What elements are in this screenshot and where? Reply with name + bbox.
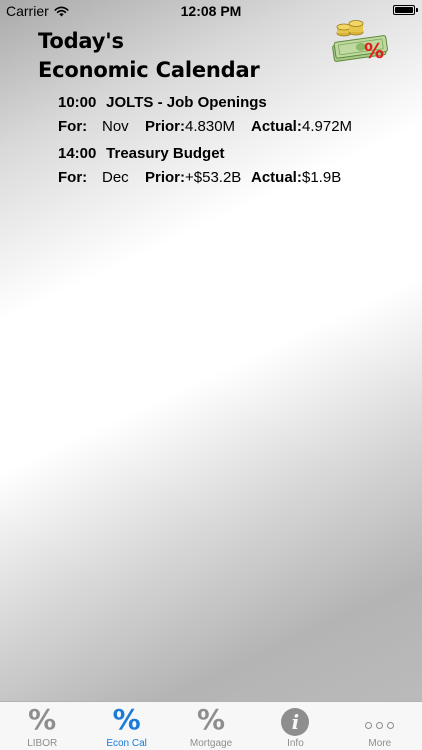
- percent-icon: %: [196, 703, 226, 736]
- tab-label: More: [368, 738, 392, 749]
- tab-econ-cal[interactable]: % Econ Cal: [84, 702, 168, 750]
- percent-icon: %: [28, 703, 57, 736]
- tab-mortgage[interactable]: % Mortgage: [169, 702, 253, 750]
- tab-label: Econ Cal: [106, 738, 147, 749]
- event-header: 10:00 JOLTS - Job Openings: [58, 94, 408, 116]
- event-time: 10:00: [58, 94, 97, 111]
- battery-tip: [416, 8, 418, 12]
- tab-bar: % LIBOR % Econ Cal % Mortgage i Info Mor…: [0, 701, 422, 750]
- money-percent-icon: %: [332, 20, 388, 62]
- tab-label: Info: [287, 738, 304, 749]
- status-bar: Carrier 12:08 PM: [0, 0, 422, 22]
- actual-label: Actual:: [251, 118, 302, 135]
- prior-value: 4.830M: [185, 118, 236, 135]
- tab-more[interactable]: More: [338, 702, 422, 750]
- event-details: For: Nov Prior: 4.830M Actual: 4.972M: [58, 118, 408, 140]
- prior-value: +$53.2B: [185, 169, 242, 186]
- event-header: 14:00 Treasury Budget: [58, 145, 408, 167]
- page-title: Today's Economic Calendar: [38, 27, 260, 85]
- event-item: 14:00 Treasury Budget For: Dec Prior: +$…: [58, 145, 408, 191]
- info-icon: i: [253, 705, 337, 736]
- percent-icon: %: [112, 703, 141, 736]
- more-icon: [338, 705, 422, 735]
- status-time: 12:08 PM: [180, 3, 242, 19]
- battery-icon: [393, 5, 415, 15]
- event-name: Treasury Budget: [106, 145, 225, 162]
- event-details: For: Dec Prior: +$53.2B Actual: $1.9B: [58, 169, 408, 191]
- event-item: 10:00 JOLTS - Job Openings For: Nov Prio…: [58, 94, 408, 140]
- prior-label: Prior:: [145, 169, 186, 186]
- actual-label: Actual:: [251, 169, 302, 186]
- battery-level: [395, 7, 413, 13]
- tab-label: LIBOR: [27, 738, 58, 749]
- tab-label: Mortgage: [189, 738, 233, 749]
- for-value: Nov: [102, 118, 129, 135]
- actual-value: $1.9B: [302, 169, 342, 186]
- tab-info[interactable]: i Info: [253, 702, 337, 750]
- for-value: Dec: [102, 169, 129, 186]
- prior-label: Prior:: [145, 118, 186, 135]
- for-label: For:: [58, 169, 88, 186]
- page-title-line2: Economic Calendar: [38, 58, 260, 82]
- info-glyph: i: [281, 708, 310, 736]
- event-time: 14:00: [58, 145, 97, 162]
- event-name: JOLTS - Job Openings: [106, 94, 267, 111]
- svg-text:%: %: [364, 39, 384, 62]
- for-label: For:: [58, 118, 88, 135]
- actual-value: 4.972M: [302, 118, 353, 135]
- tab-libor[interactable]: % LIBOR: [0, 702, 84, 750]
- page-title-line1: Today's: [38, 29, 124, 53]
